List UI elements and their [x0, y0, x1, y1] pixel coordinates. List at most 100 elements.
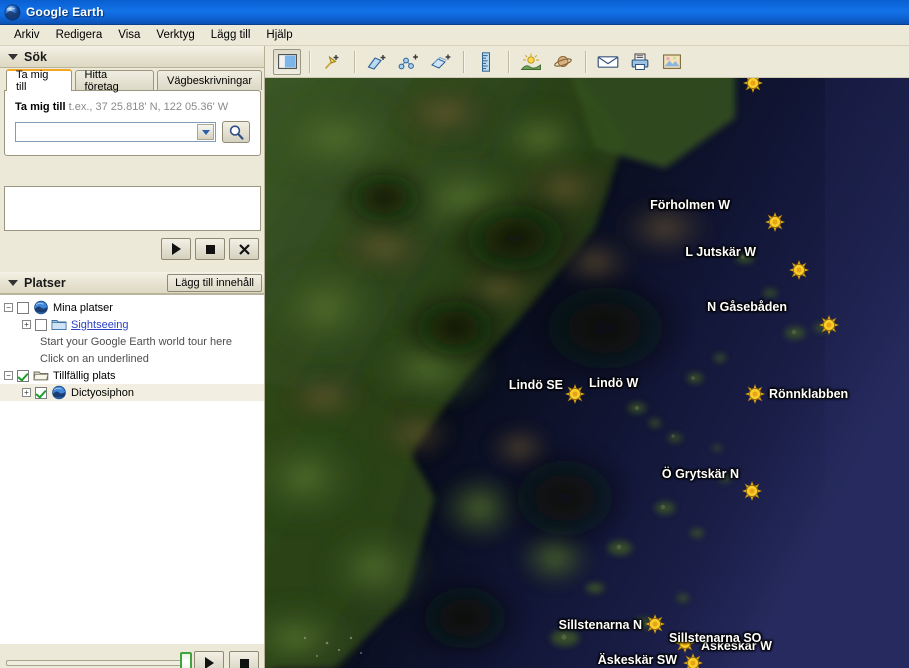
expander-icon[interactable]: +: [22, 320, 31, 329]
tree-row-tillfallig-plats[interactable]: − Tillfällig plats: [0, 367, 264, 384]
add-path-icon: [398, 54, 418, 69]
search-panel-header[interactable]: Sök: [0, 46, 264, 68]
placemark-label-forholmen-w[interactable]: Förholmen W: [650, 198, 730, 212]
menu-hjalp[interactable]: Hjälp: [258, 27, 300, 43]
collapse-triangle-icon[interactable]: [8, 279, 18, 286]
placemark-icon[interactable]: [789, 260, 809, 280]
globe-icon: [52, 385, 66, 400]
placemark-label-o-grytskar-n[interactable]: Ö Grytskär N: [662, 467, 739, 481]
clear-results-button[interactable]: [229, 238, 259, 260]
add-polygon-icon: [367, 54, 386, 70]
menu-bar: Arkiv Redigera Visa Verktyg Lägg till Hj…: [0, 25, 909, 46]
play-icon: [204, 657, 214, 668]
save-image-icon: [663, 53, 681, 69]
places-tree[interactable]: − Mina platser + Sightseeing Start your …: [0, 294, 264, 644]
stop-tour-button[interactable]: [195, 238, 225, 260]
ruler-button[interactable]: [472, 49, 500, 75]
placemark-label-lindo-se[interactable]: Lindö SE: [509, 378, 563, 392]
chevron-down-icon[interactable]: [197, 124, 214, 140]
placemark-label-n-gasebaden[interactable]: N Gåsebåden: [707, 300, 787, 314]
placemark-icon[interactable]: [745, 384, 765, 404]
placemark-icon[interactable]: [819, 315, 839, 335]
toolbar-group-measure: [464, 46, 508, 77]
search-results-box[interactable]: [4, 186, 261, 231]
add-image-overlay-button[interactable]: [427, 49, 455, 75]
email-icon: [597, 55, 619, 68]
tab-hitta-foretag[interactable]: Hitta företag: [74, 69, 154, 93]
tour-slider[interactable]: [6, 652, 192, 668]
print-button[interactable]: [626, 49, 654, 75]
toggle-sidebar-button[interactable]: [273, 48, 301, 75]
tree-label[interactable]: Sightseeing: [71, 319, 129, 331]
map-viewport[interactable]: Förholmen W L Jutskär W N Gåsebåden Lind…: [265, 78, 909, 668]
menu-lagg-till[interactable]: Lägg till: [203, 27, 259, 43]
search-hint-label: Ta mig till: [15, 101, 66, 113]
menu-visa[interactable]: Visa: [110, 27, 148, 43]
window-title: Google Earth: [26, 5, 104, 19]
checkbox[interactable]: [35, 318, 47, 331]
add-placemark-icon: [324, 54, 339, 69]
expander-icon[interactable]: +: [22, 388, 31, 397]
tab-label: Ta mig till: [16, 69, 49, 93]
checkbox[interactable]: [35, 386, 47, 399]
add-placemark-button[interactable]: [318, 49, 346, 75]
email-button[interactable]: [594, 49, 622, 75]
add-image-overlay-icon: [431, 54, 451, 69]
toolbar: [265, 46, 909, 78]
places-panel-title: Platser: [24, 275, 66, 290]
play-icon: [171, 243, 181, 255]
placemark-label-sillstenarna-so[interactable]: Sillstenarna SO: [669, 631, 761, 645]
checkbox[interactable]: [17, 369, 29, 382]
menu-verktyg[interactable]: Verktyg: [148, 27, 202, 43]
checkbox[interactable]: [17, 301, 29, 314]
placemark-label-l-jutskar-w[interactable]: L Jutskär W: [685, 245, 756, 259]
tour-play-button[interactable]: [194, 651, 224, 668]
stop-icon: [239, 658, 249, 668]
placemark-icon[interactable]: [645, 614, 665, 634]
placemark-label-sillstenarna-n[interactable]: Sillstenarna N: [559, 618, 642, 632]
search-hint-example: t.ex., 37 25.818' N, 122 05.36' W: [68, 101, 229, 113]
menu-redigera[interactable]: Redigera: [48, 27, 111, 43]
tree-label: Tillfällig plats: [53, 369, 116, 382]
sunlight-button[interactable]: [517, 49, 545, 75]
placemark-icon[interactable]: [683, 653, 703, 668]
expander-icon[interactable]: −: [4, 303, 13, 312]
add-content-button[interactable]: Lägg till innehåll: [167, 274, 262, 292]
collapse-triangle-icon[interactable]: [8, 53, 18, 60]
save-image-button[interactable]: [658, 49, 686, 75]
placemark-icon[interactable]: [565, 384, 585, 404]
add-polygon-button[interactable]: [363, 49, 391, 75]
placemark-icon[interactable]: [742, 481, 762, 501]
toggle-sidebar-icon: [277, 54, 297, 69]
placemark-label-lindo-w[interactable]: Lindö W: [589, 376, 638, 390]
tree-row-mina-platser[interactable]: − Mina platser: [0, 299, 264, 316]
tree-row-description-1: Start your Google Earth world tour here: [0, 333, 264, 350]
toolbar-group-placemark: [310, 46, 354, 77]
add-path-button[interactable]: [395, 49, 423, 75]
search-combobox[interactable]: [15, 122, 216, 142]
placemark-label-askeskar-sw[interactable]: Äskeskär SW: [598, 653, 677, 667]
placemark-icon[interactable]: [743, 78, 763, 93]
search-button[interactable]: [222, 121, 250, 143]
planet-button[interactable]: [549, 49, 577, 75]
tree-row-dictyosiphon[interactable]: + Dictyosiphon: [0, 384, 264, 401]
search-input[interactable]: [16, 123, 215, 141]
tree-row-sightseeing[interactable]: + Sightseeing: [0, 316, 264, 333]
places-panel-header[interactable]: Platser Lägg till innehåll: [0, 272, 264, 294]
search-hint: Ta mig till t.ex., 37 25.818' N, 122 05.…: [15, 101, 250, 113]
tour-stop-button[interactable]: [229, 651, 259, 668]
tab-vagbeskrivningar[interactable]: Vägbeskrivningar: [157, 70, 262, 90]
play-tour-button[interactable]: [161, 238, 191, 260]
tab-ta-mig-till[interactable]: Ta mig till: [6, 69, 72, 93]
menu-arkiv[interactable]: Arkiv: [6, 27, 48, 43]
toolbar-group-draw: [355, 46, 463, 77]
tour-slider-handle[interactable]: [180, 652, 192, 668]
globe-icon: [4, 4, 21, 20]
placemark-label-ronnklabben[interactable]: Rönnklabben: [769, 387, 848, 401]
placemark-icon[interactable]: [765, 212, 785, 232]
search-input-row: [15, 121, 250, 143]
tab-label: Vägbeskrivningar: [167, 74, 252, 87]
sunlight-icon: [520, 52, 541, 70]
tree-label: Dictyosiphon: [71, 386, 134, 399]
expander-icon[interactable]: −: [4, 371, 13, 380]
